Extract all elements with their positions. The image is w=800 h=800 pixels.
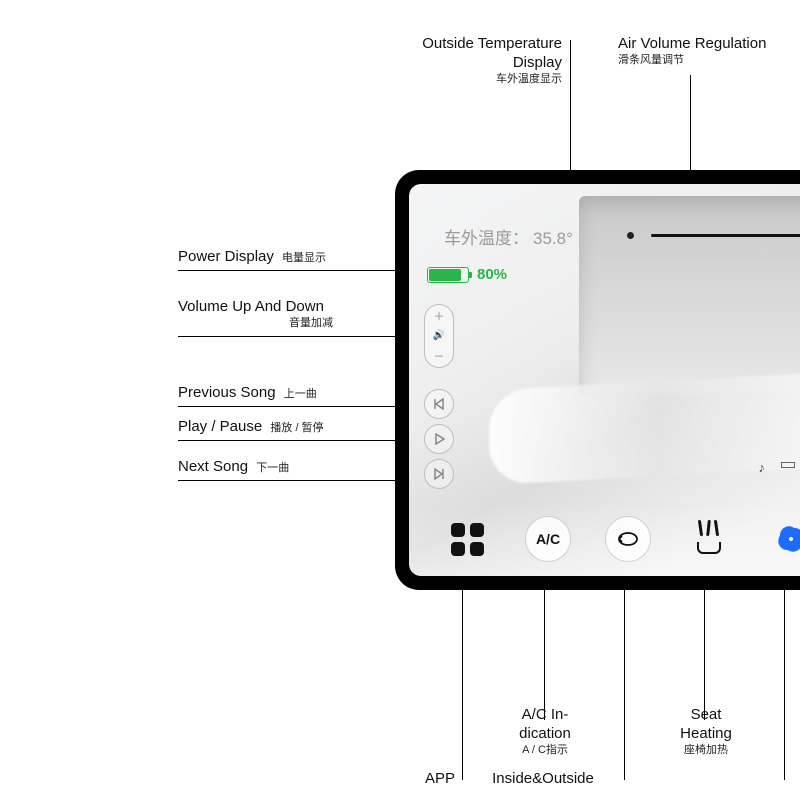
fan-icon (771, 519, 800, 559)
label: Volume Up And Down (178, 298, 333, 317)
apps-icon (451, 523, 484, 556)
callout-seat-heat: Seat Heating 座椅加热 (666, 706, 746, 757)
label-zh: 座椅加热 (666, 744, 746, 758)
ac-label: A/C (536, 531, 560, 547)
prev-song-button[interactable] (424, 389, 454, 419)
battery-indicator: 80% (427, 266, 507, 283)
bottom-dock: A/C (409, 502, 800, 576)
next-song-button[interactable] (424, 459, 454, 489)
callout-outside-temp: Outside Temperature Display 车外温度显示 (390, 35, 562, 86)
label-zh: 电量显示 (282, 252, 326, 264)
leader (462, 564, 463, 780)
leader (178, 406, 424, 407)
callout-power: Power Display 电量显示 (178, 248, 326, 267)
label: Outside Temperature Display (422, 35, 562, 71)
label: A/C In- dication (510, 706, 580, 744)
label: Inside&Outside (492, 770, 594, 787)
label: Air Volume Regulation (618, 35, 766, 52)
label: APP (425, 770, 455, 787)
callout-volume: Volume Up And Down 音量加减 (178, 298, 333, 331)
label-zh: 车外温度显示 (390, 73, 562, 87)
leader (178, 440, 424, 441)
tablet-screen: 车外温度：35.8° 80% ＋ 🔊 － 自 ♪ (409, 184, 800, 576)
callout-ac: A/C In- dication A / C指示 (510, 706, 580, 757)
label-zh: 上一曲 (284, 388, 317, 400)
temp-value: 35.8° (533, 229, 573, 248)
label-zh: 音量加减 (178, 317, 333, 331)
air-volume-slider[interactable] (651, 234, 800, 237)
leader (178, 336, 424, 337)
label-zh: 滑条风量调节 (618, 54, 768, 68)
label: Seat Heating (666, 706, 746, 744)
tablet-frame: 车外温度：35.8° 80% ＋ 🔊 － 自 ♪ (395, 170, 800, 590)
background-art (579, 196, 800, 396)
temp-label: 车外温度： (444, 229, 529, 248)
label: Power Display (178, 248, 274, 265)
callout-air-volume: Air Volume Regulation 滑条风量调节 (618, 35, 768, 68)
recirculate-icon (616, 530, 640, 548)
callout-next: Next Song 下一曲 (178, 458, 289, 477)
seat-heat-icon (695, 524, 723, 554)
label-zh: A / C指示 (510, 744, 580, 758)
callout-prev: Previous Song 上一曲 (178, 384, 317, 403)
play-icon (433, 433, 445, 445)
play-pause-button[interactable] (424, 424, 454, 454)
seat-heat-button[interactable] (685, 515, 733, 563)
skip-next-icon (433, 468, 445, 480)
callout-play: Play / Pause 播放 / 暂停 (178, 418, 324, 437)
plus-icon: ＋ (434, 308, 445, 324)
ac-button[interactable]: A/C (525, 516, 571, 562)
circulation-button[interactable] (605, 516, 651, 562)
label: Previous Song (178, 384, 276, 401)
leader (624, 564, 625, 780)
background-art (489, 368, 800, 485)
music-note-icon: ♪ (759, 460, 766, 475)
usb-port-icon (781, 462, 795, 468)
battery-fill (429, 269, 461, 281)
minus-icon: － (434, 348, 445, 364)
outside-temp-display: 车外温度：35.8° (444, 224, 573, 249)
battery-percent: 80% (477, 266, 507, 283)
fan-button[interactable] (767, 515, 800, 563)
callout-app: APP (400, 770, 455, 789)
apps-button[interactable] (443, 515, 491, 563)
skip-prev-icon (433, 398, 445, 410)
air-slider-handle[interactable] (627, 232, 634, 239)
volume-control[interactable]: ＋ 🔊 － (424, 304, 454, 368)
leader (178, 270, 424, 271)
callout-circ: Inside&Outside (478, 770, 608, 789)
leader (784, 564, 785, 780)
label: Next Song (178, 458, 248, 475)
label-zh: 下一曲 (256, 462, 289, 474)
battery-icon (427, 267, 469, 283)
speaker-icon: 🔊 (433, 330, 445, 341)
label-zh: 播放 / 暂停 (270, 422, 323, 434)
label: Play / Pause (178, 418, 262, 435)
leader (178, 480, 424, 481)
